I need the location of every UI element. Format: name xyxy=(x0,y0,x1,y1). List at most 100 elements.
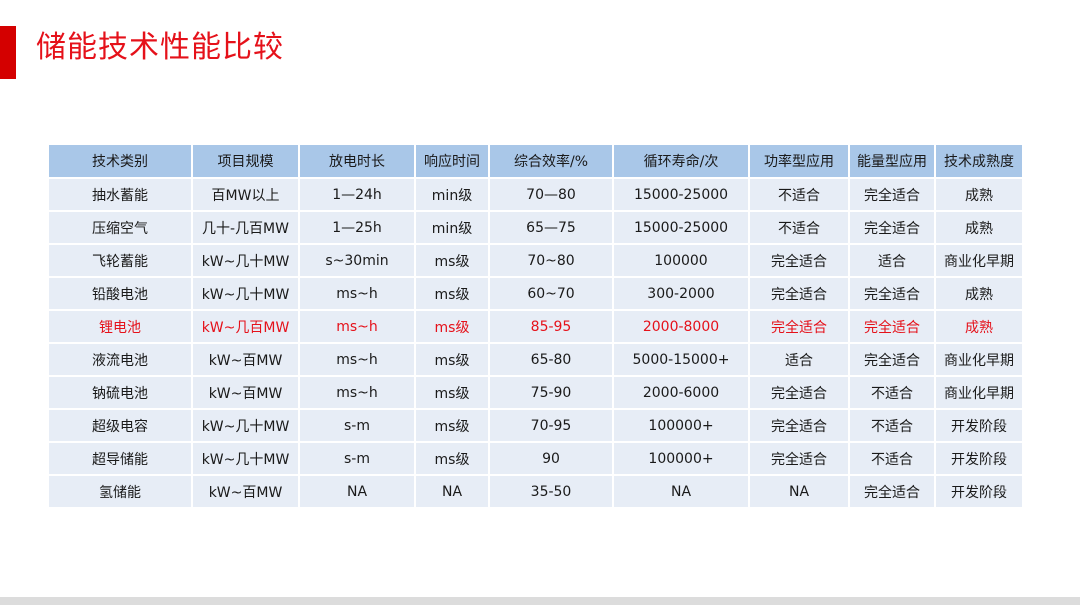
table-cell: 完全适合 xyxy=(850,311,934,342)
table-cell: 完全适合 xyxy=(750,377,848,408)
table-cell: 不适合 xyxy=(750,179,848,210)
row-label-cell: 超级电容 xyxy=(49,410,191,441)
header-cell: 循环寿命/次 xyxy=(614,145,748,177)
table-cell: 65-80 xyxy=(490,344,612,375)
row-label-cell: 锂电池 xyxy=(49,311,191,342)
table-cell: 300-2000 xyxy=(614,278,748,309)
table-row: 飞轮蓄能 kW~几十MW s~30min ms级 70~80 100000 完全适合 适合 商业… xyxy=(49,245,1022,276)
table-cell: 适合 xyxy=(750,344,848,375)
table-cell: 100000+ xyxy=(614,443,748,474)
table-cell: 完全适合 xyxy=(850,278,934,309)
table-cell: min级 xyxy=(416,212,488,243)
table-cell: 90 xyxy=(490,443,612,474)
table-cell: 完全适合 xyxy=(750,311,848,342)
header-cell: 响应时间 xyxy=(416,145,488,177)
table-row: 压缩空气 几十-几百MW 1—25h min级 65—75 15000-25000 不适合完… xyxy=(49,212,1022,243)
table-cell: s-m xyxy=(300,410,414,441)
row-label-cell: 超导储能 xyxy=(49,443,191,474)
table-cell: 开发阶段 xyxy=(936,476,1022,507)
table-cell: 75-90 xyxy=(490,377,612,408)
table-cell: 商业化早期 xyxy=(936,245,1022,276)
table-cell: 15000-25000 xyxy=(614,212,748,243)
table-row: 超级电容 kW~几十MW s-m ms级 70-95 100000+ 完全适合 不适合 开发阶段 xyxy=(49,410,1022,441)
table-cell: 商业化早期 xyxy=(936,377,1022,408)
table-cell: 商业化早期 xyxy=(936,344,1022,375)
table-cell: s-m xyxy=(300,443,414,474)
row-label-cell: 液流电池 xyxy=(49,344,191,375)
table-cell: 不适合 xyxy=(850,410,934,441)
table-row: 抽水蓄能 百MW以上 1—24h min级 70—80 15000-25000 不适合 完全适… xyxy=(49,179,1022,210)
table-cell: 70~80 xyxy=(490,245,612,276)
comparison-table: 技术类别 项目规模 放电时长 响应时间 综合效率/% 循环寿命/次 功率型应用 … xyxy=(47,143,1024,509)
table-row: 钠硫电池 kW~百MW ms~h ms级 75-90 2000-6000 完全适合 不适合 商业… xyxy=(49,377,1022,408)
table-row: 铅酸电池 kW~几十MW ms~h ms级 60~70 300-2000 完全适合 完全适合成… xyxy=(49,278,1022,309)
table-cell: NA xyxy=(300,476,414,507)
table-cell: 完全适合 xyxy=(850,344,934,375)
table-cell: 100000+ xyxy=(614,410,748,441)
table-cell: 65—75 xyxy=(490,212,612,243)
table-cell: ms级 xyxy=(416,377,488,408)
header-cell: 能量型应用 xyxy=(850,145,934,177)
table-cell: 1—24h xyxy=(300,179,414,210)
table-cell: kW~几十MW xyxy=(193,443,298,474)
table-cell: 2000-8000 xyxy=(614,311,748,342)
table-cell: 70—80 xyxy=(490,179,612,210)
table-cell: kW~百MW xyxy=(193,476,298,507)
table-row-highlighted: 锂电池 kW~几百MW ms~h ms级 85-95 2000-8000 完全适合 完全适合成… xyxy=(49,311,1022,342)
table-cell: 不适合 xyxy=(750,212,848,243)
table-row: 氢储能 kW~百MW NA NA 35-50 NA NA 完全适合 开发阶段 xyxy=(49,476,1022,507)
table-row: 液流电池 kW~百MW ms~h ms级 65-80 5000-15000+ 适合 完全适合商… xyxy=(49,344,1022,375)
table-cell: 不适合 xyxy=(850,443,934,474)
table-cell: ms级 xyxy=(416,443,488,474)
table-cell: kW~几十MW xyxy=(193,245,298,276)
table-cell: min级 xyxy=(416,179,488,210)
row-label-cell: 压缩空气 xyxy=(49,212,191,243)
table-row: 超导储能 kW~几十MW s-m ms级 90 100000+ 完全适合 不适合 开发阶段 xyxy=(49,443,1022,474)
table-cell: 开发阶段 xyxy=(936,443,1022,474)
table-cell: 百MW以上 xyxy=(193,179,298,210)
table-cell: 完全适合 xyxy=(850,476,934,507)
row-label-cell: 飞轮蓄能 xyxy=(49,245,191,276)
header-cell: 项目规模 xyxy=(193,145,298,177)
table-cell: 完全适合 xyxy=(750,245,848,276)
table-cell: NA xyxy=(416,476,488,507)
row-label-cell: 铅酸电池 xyxy=(49,278,191,309)
table-cell: 70-95 xyxy=(490,410,612,441)
table-cell: 成熟 xyxy=(936,311,1022,342)
table-cell: ms~h xyxy=(300,344,414,375)
table-cell: 35-50 xyxy=(490,476,612,507)
table-cell: 5000-15000+ xyxy=(614,344,748,375)
table-cell: 完全适合 xyxy=(750,410,848,441)
table-cell: 几十-几百MW xyxy=(193,212,298,243)
slide-title: 储能技术性能比较 xyxy=(36,30,284,65)
table-cell: 100000 xyxy=(614,245,748,276)
table-cell: NA xyxy=(750,476,848,507)
table-cell: 完全适合 xyxy=(750,278,848,309)
row-label-cell: 钠硫电池 xyxy=(49,377,191,408)
row-label-cell: 抽水蓄能 xyxy=(49,179,191,210)
table-header-row: 技术类别 项目规模 放电时长 响应时间 综合效率/% 循环寿命/次 功率型应用 … xyxy=(49,145,1022,177)
bottom-strip xyxy=(0,597,1080,605)
table-cell: ms级 xyxy=(416,410,488,441)
table-cell: ms级 xyxy=(416,311,488,342)
table-cell: 60~70 xyxy=(490,278,612,309)
table-cell: ms级 xyxy=(416,278,488,309)
table-cell: kW~几十MW xyxy=(193,410,298,441)
table-cell: 15000-25000 xyxy=(614,179,748,210)
slide: 储能技术性能比较 技术类别 项目规模 放电时长 响应时间 综合效率/% 循环寿命… xyxy=(0,0,1080,605)
header-cell: 放电时长 xyxy=(300,145,414,177)
table-cell: 完全适合 xyxy=(850,212,934,243)
table-cell: ms~h xyxy=(300,311,414,342)
table-cell: 成熟 xyxy=(936,278,1022,309)
table-cell: 成熟 xyxy=(936,212,1022,243)
header-cell: 技术成熟度 xyxy=(936,145,1022,177)
header-cell: 功率型应用 xyxy=(750,145,848,177)
table-cell: 适合 xyxy=(850,245,934,276)
table-cell: kW~百MW xyxy=(193,377,298,408)
table-cell: 不适合 xyxy=(850,377,934,408)
table-cell: ms~h xyxy=(300,278,414,309)
table-cell: 成熟 xyxy=(936,179,1022,210)
table-cell: NA xyxy=(614,476,748,507)
table-cell: kW~百MW xyxy=(193,344,298,375)
table-cell: kW~几百MW xyxy=(193,311,298,342)
